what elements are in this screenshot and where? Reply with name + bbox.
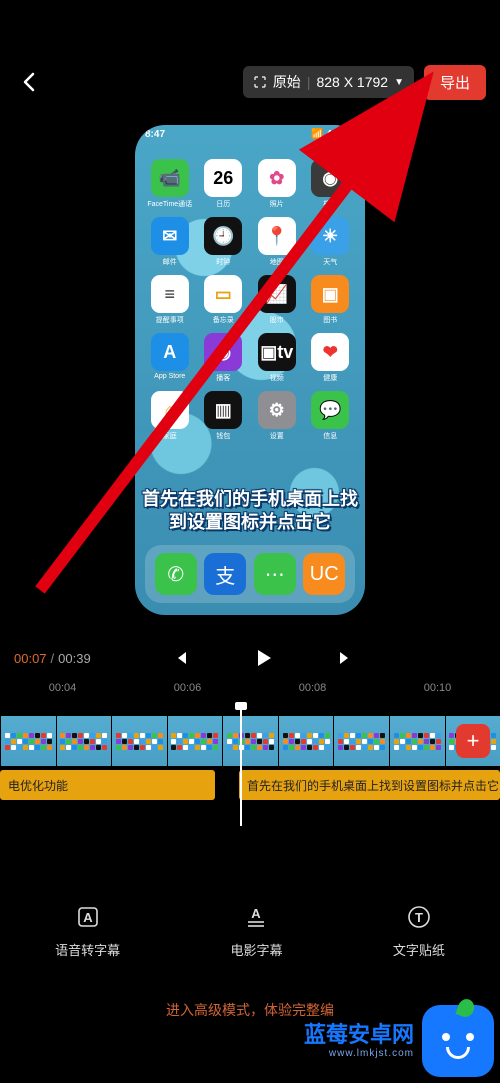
ratio-label: 原始 bbox=[273, 72, 301, 92]
play-button[interactable] bbox=[249, 644, 277, 672]
home-app-icon: ▥钱包 bbox=[199, 391, 249, 441]
sticker-icon: T bbox=[404, 902, 434, 932]
home-app-icon: ✿照片 bbox=[252, 159, 302, 209]
home-app-icon: ⌂家庭 bbox=[145, 391, 195, 441]
home-app-icon: ▣tv视频 bbox=[252, 333, 302, 383]
back-button[interactable] bbox=[14, 67, 44, 97]
voice-icon: A bbox=[73, 902, 103, 932]
tool-voice[interactable]: A 语音转字幕 bbox=[55, 902, 120, 959]
preview-clock: 8:47 bbox=[145, 129, 165, 140]
subtitle-segment[interactable]: 电优化功能 bbox=[0, 770, 215, 800]
dock-app-icon: 支 bbox=[204, 553, 246, 595]
svg-text:A: A bbox=[83, 910, 93, 925]
home-app-icon: 26日历 bbox=[199, 159, 249, 209]
preview-signal: 📶 4G 🔋 bbox=[311, 129, 355, 140]
video-track[interactable] bbox=[0, 716, 500, 766]
home-app-icon: ⚙设置 bbox=[252, 391, 302, 441]
ruler-tick: 00:04 bbox=[49, 682, 77, 702]
home-app-icon: ≡提醒事项 bbox=[145, 275, 195, 325]
time-separator: / bbox=[51, 651, 55, 666]
video-preview[interactable]: 8:47 📶 4G 🔋 📹FaceTime通话26日历✿照片◉相机 ✉邮件🕘时钟📍… bbox=[0, 112, 500, 628]
home-app-icon: 📈股市 bbox=[252, 275, 302, 325]
movie-icon: A bbox=[241, 902, 271, 932]
home-app-icon: ❤健康 bbox=[306, 333, 356, 383]
home-app-icon: ▭备忘录 bbox=[199, 275, 249, 325]
home-app-icon: ▣图书 bbox=[306, 275, 356, 325]
resolution-value: 828 X 1792 bbox=[316, 74, 388, 90]
tool-label: 电影字幕 bbox=[230, 940, 282, 959]
ruler-tick: 00:10 bbox=[424, 682, 452, 702]
subtitle-track[interactable]: 电优化功能 首先在我们的手机桌面上找到设置图标并点击它 bbox=[0, 770, 500, 800]
svg-text:T: T bbox=[415, 910, 423, 925]
prev-frame-button[interactable] bbox=[167, 644, 195, 672]
add-clip-button[interactable]: + bbox=[456, 724, 490, 758]
timeline-thumbnail[interactable] bbox=[111, 716, 167, 766]
timeline-thumbnail[interactable] bbox=[0, 716, 56, 766]
timeline[interactable]: + 电优化功能 首先在我们的手机桌面上找到设置图标并点击它 bbox=[0, 702, 500, 830]
resolution-selector[interactable]: 原始 | 828 X 1792 ▼ bbox=[243, 66, 414, 98]
timeline-thumbnail[interactable] bbox=[222, 716, 278, 766]
svg-text:A: A bbox=[252, 906, 262, 921]
ruler-tick: 00:06 bbox=[174, 682, 202, 702]
subtitle-segment[interactable]: 首先在我们的手机桌面上找到设置图标并点击它 bbox=[239, 770, 500, 800]
tool-sticker[interactable]: T 文字贴纸 bbox=[393, 902, 445, 959]
timeline-thumbnail[interactable] bbox=[389, 716, 445, 766]
ruler-tick: 00:08 bbox=[299, 682, 327, 702]
time-current: 00:07 bbox=[14, 651, 47, 666]
tool-movie[interactable]: A 电影字幕 bbox=[230, 902, 282, 959]
dock-app-icon: ✆ bbox=[155, 553, 197, 595]
next-frame-button[interactable] bbox=[331, 644, 359, 672]
home-app-icon: ◉播客 bbox=[199, 333, 249, 383]
home-app-icon: ✉邮件 bbox=[145, 217, 195, 267]
home-app-icon: AApp Store bbox=[145, 333, 195, 383]
home-app-icon: 📍地图 bbox=[252, 217, 302, 267]
home-app-icon: 📹FaceTime通话 bbox=[145, 159, 195, 209]
watermark: 蓝莓安卓网 www.lmkjst.com bbox=[304, 1005, 494, 1077]
timeline-thumbnail[interactable] bbox=[56, 716, 112, 766]
preview-caption: 首先在我们的手机桌面上找到设置图标并点击它 bbox=[141, 488, 359, 533]
tool-label: 语音转字幕 bbox=[55, 940, 120, 959]
timeline-ruler: 00:04 00:06 00:08 00:10 bbox=[0, 682, 500, 702]
home-app-icon: ☀天气 bbox=[306, 217, 356, 267]
timeline-thumbnail[interactable] bbox=[333, 716, 389, 766]
home-app-icon: 💬信息 bbox=[306, 391, 356, 441]
export-button[interactable]: 导出 bbox=[424, 65, 486, 100]
tool-label: 文字贴纸 bbox=[393, 940, 445, 959]
dock-app-icon: ⋯ bbox=[254, 553, 296, 595]
home-app-icon: ◉相机 bbox=[306, 159, 356, 209]
watermark-url: www.lmkjst.com bbox=[304, 1048, 414, 1059]
timeline-thumbnail[interactable] bbox=[167, 716, 223, 766]
home-app-icon: 🕘时钟 bbox=[199, 217, 249, 267]
playhead[interactable] bbox=[240, 708, 242, 826]
time-total: 00:39 bbox=[58, 651, 91, 666]
watermark-icon bbox=[422, 1005, 494, 1077]
timeline-thumbnail[interactable] bbox=[278, 716, 334, 766]
dock-app-icon: UC bbox=[303, 553, 345, 595]
watermark-name: 蓝莓安卓网 bbox=[304, 1023, 414, 1047]
phone-screen-content: 8:47 📶 4G 🔋 📹FaceTime通话26日历✿照片◉相机 ✉邮件🕘时钟📍… bbox=[135, 125, 365, 615]
